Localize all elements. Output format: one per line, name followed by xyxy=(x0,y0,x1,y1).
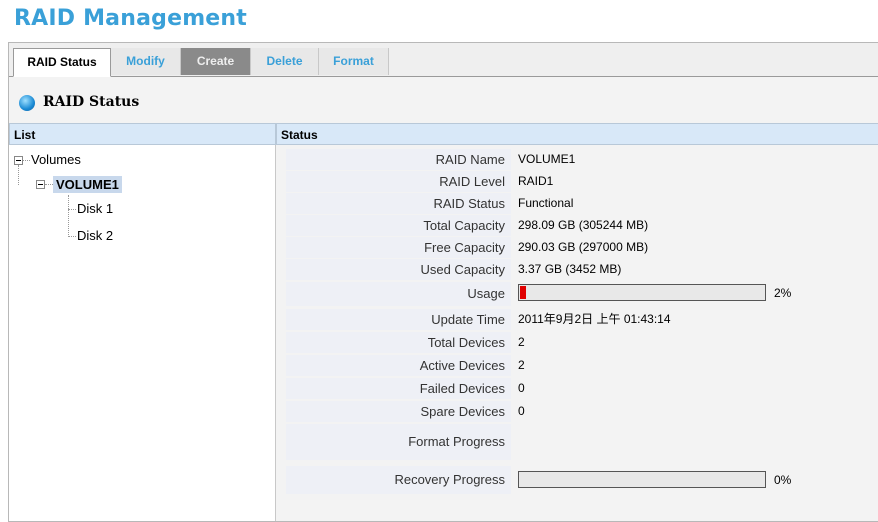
collapse-volume1-icon[interactable] xyxy=(36,180,45,189)
raid-name-label: RAID Name xyxy=(286,149,511,170)
update-time-value: 2011年9月2日 上午 01:43:14 xyxy=(518,312,671,326)
tree-node-volumes[interactable]: Volumes xyxy=(31,152,81,167)
list-column-header: List xyxy=(9,123,276,145)
raid-level-label: RAID Level xyxy=(286,171,511,192)
status-column-header: Status xyxy=(276,123,878,145)
active-devices-value: 2 xyxy=(518,358,525,372)
usage-progress-fill xyxy=(520,286,526,299)
recovery-progress-label: Recovery Progress xyxy=(286,466,511,494)
raid-status-value: Functional xyxy=(518,196,574,210)
usage-percent: 2% xyxy=(774,286,792,300)
status-details: RAID Name VOLUME1 RAID Level RAID1 RAID … xyxy=(276,145,878,521)
used-capacity-row: Used Capacity 3.37 GB (3452 MB) xyxy=(286,258,876,280)
raid-name-row: RAID Name VOLUME1 xyxy=(286,148,876,170)
raid-panel: RAID Status Modify Create Delete Format … xyxy=(8,42,878,522)
spare-devices-label: Spare Devices xyxy=(286,401,511,422)
total-devices-row: Total Devices 2 xyxy=(286,331,876,353)
collapse-volumes-icon[interactable] xyxy=(14,156,23,165)
usage-row: Usage 2% xyxy=(286,281,876,307)
free-capacity-row: Free Capacity 290.03 GB (297000 MB) xyxy=(286,236,876,258)
update-time-row: Update Time 2011年9月2日 上午 01:43:14 xyxy=(286,308,876,330)
spare-devices-row: Spare Devices 0 xyxy=(286,400,876,422)
tab-delete[interactable]: Delete xyxy=(251,48,319,75)
total-capacity-value: 298.09 GB (305244 MB) xyxy=(518,218,649,232)
update-time-label: Update Time xyxy=(286,309,511,330)
total-devices-value: 2 xyxy=(518,335,525,349)
active-devices-row: Active Devices 2 xyxy=(286,354,876,376)
tab-bar: RAID Status Modify Create Delete Format xyxy=(9,43,878,77)
raid-status-row: RAID Status Functional xyxy=(286,192,876,214)
format-progress-row: Format Progress xyxy=(286,423,876,463)
usage-label: Usage xyxy=(286,282,511,306)
format-progress-label: Format Progress xyxy=(286,424,511,460)
section-title: RAID Status xyxy=(43,94,140,110)
total-devices-label: Total Devices xyxy=(286,332,511,353)
recovery-progress-bar xyxy=(518,471,766,488)
active-devices-label: Active Devices xyxy=(286,355,511,376)
raid-name-value: VOLUME1 xyxy=(518,152,576,166)
raid-level-row: RAID Level RAID1 xyxy=(286,170,876,192)
total-capacity-row: Total Capacity 298.09 GB (305244 MB) xyxy=(286,214,876,236)
raid-level-value: RAID1 xyxy=(518,174,554,188)
used-capacity-label: Used Capacity xyxy=(286,259,511,280)
recovery-percent: 0% xyxy=(774,473,792,487)
usage-progress-bar xyxy=(518,284,766,301)
tab-raid-status[interactable]: RAID Status xyxy=(13,48,111,77)
tab-format[interactable]: Format xyxy=(319,48,389,75)
tree-node-disk1[interactable]: Disk 1 xyxy=(77,201,113,216)
tree-node-volume1[interactable]: VOLUME1 xyxy=(53,176,122,193)
tab-create[interactable]: Create xyxy=(181,48,251,75)
used-capacity-value: 3.37 GB (3452 MB) xyxy=(518,262,622,276)
free-capacity-value: 290.03 GB (297000 MB) xyxy=(518,240,649,254)
failed-devices-row: Failed Devices 0 xyxy=(286,377,876,399)
volume-tree: Volumes VOLUME1 Disk 1 Disk 2 xyxy=(9,145,276,521)
free-capacity-label: Free Capacity xyxy=(286,237,511,258)
recovery-progress-row: Recovery Progress 0% xyxy=(286,465,876,495)
total-capacity-label: Total Capacity xyxy=(286,215,511,236)
spare-devices-value: 0 xyxy=(518,404,525,418)
failed-devices-value: 0 xyxy=(518,381,525,395)
page-title: RAID Management xyxy=(14,6,248,31)
tree-node-disk2[interactable]: Disk 2 xyxy=(77,228,113,243)
tab-modify[interactable]: Modify xyxy=(111,48,181,75)
globe-icon xyxy=(19,95,35,111)
raid-status-label: RAID Status xyxy=(286,193,511,214)
failed-devices-label: Failed Devices xyxy=(286,378,511,399)
